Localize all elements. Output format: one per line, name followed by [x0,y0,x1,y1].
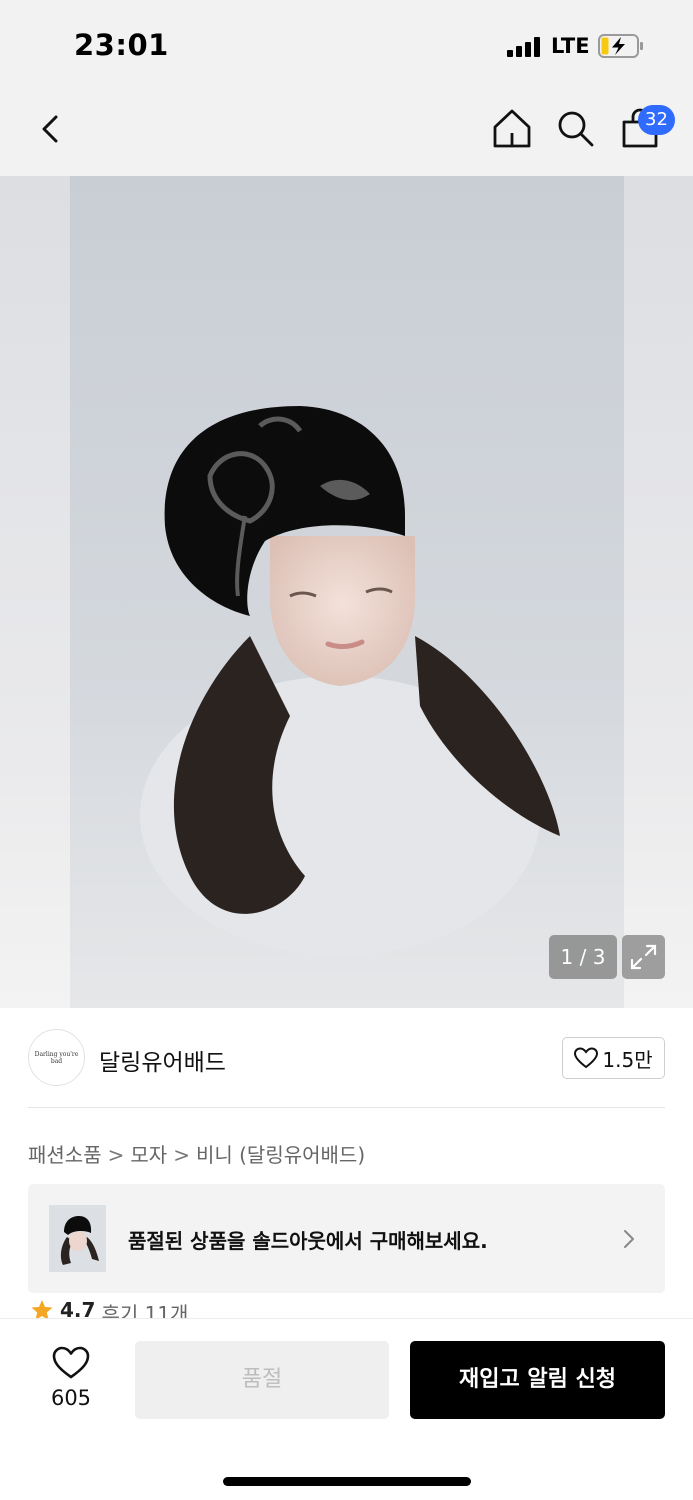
network-type: LTE [551,34,590,58]
breadcrumb-item[interactable]: 비니 (달링유어배드) [196,1143,365,1167]
expand-arrows-icon[interactable] [622,935,665,979]
rating-score: 4.7 [60,1298,96,1320]
image-page-counter: 1 / 3 [549,935,617,979]
breadcrumb-separator: > [107,1143,125,1167]
wish-count: 605 [50,1386,92,1410]
home-icon[interactable] [490,107,534,151]
bottom-action-bar: 605 품절 재입고 알림 신청 [0,1318,693,1500]
breadcrumb-item[interactable]: 모자 [130,1143,167,1167]
restock-alert-button[interactable]: 재입고 알림 신청 [410,1341,665,1419]
brand-logo[interactable]: Darling you're bad [28,1029,85,1086]
product-info-section: Darling you're bad 달링유어배드 1.5만 패션소품 > 모자 > 비… [0,1008,693,1320]
cart-count-badge: 32 [638,105,675,135]
product-photo[interactable] [70,176,624,1008]
chevron-right-icon [624,1230,634,1248]
soldout-banner-text: 품절된 상품을 솔드아웃에서 구매해보세요. [128,1229,488,1253]
breadcrumb-item[interactable]: 패션소품 [28,1143,102,1167]
cellular-signal-icon [507,37,543,57]
product-image-gallery[interactable] [0,176,693,1008]
brand-name[interactable]: 달링유어배드 [99,1043,226,1077]
divider [28,1107,665,1108]
banner-thumbnail [49,1205,106,1272]
heart-outline-icon [574,1047,599,1069]
rating-summary[interactable]: 4.7 후기 11개 [30,1298,188,1320]
soldout-button: 품절 [135,1341,389,1419]
status-time: 23:01 [74,28,169,62]
breadcrumb-separator: > [173,1143,190,1167]
brand-like-button[interactable]: 1.5만 [562,1037,665,1079]
star-icon [31,1300,53,1320]
soldout-banner[interactable]: 품절된 상품을 솔드아웃에서 구매해보세요. [28,1184,665,1293]
home-indicator[interactable] [223,1477,471,1486]
review-count: 후기 11개 [101,1302,189,1320]
top-navigation-bar [0,95,693,165]
breadcrumb: 패션소품 > 모자 > 비니 (달링유어배드) [28,1139,365,1168]
brand-like-count: 1.5만 [602,1047,653,1072]
status-bar: 23:01 LTE [0,0,693,90]
search-icon[interactable] [553,107,597,151]
battery-charging-icon [598,34,643,58]
heart-outline-icon[interactable] [52,1346,90,1380]
back-chevron-icon[interactable] [28,107,72,151]
